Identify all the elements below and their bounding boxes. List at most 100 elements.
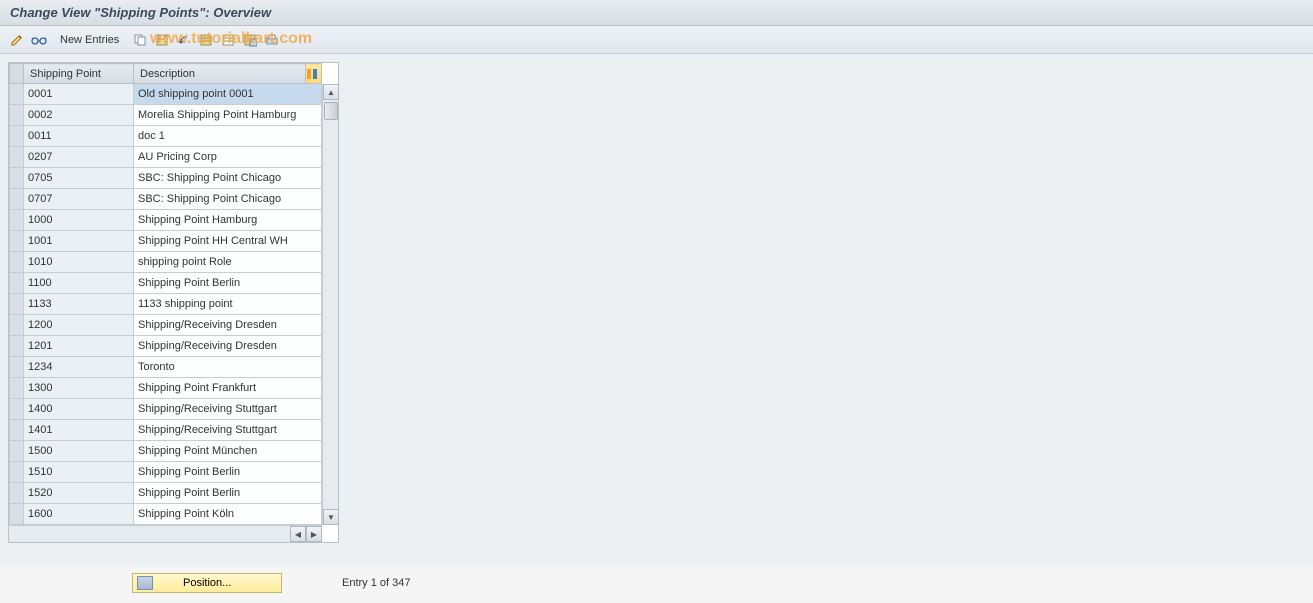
shipping-point-description[interactable]: Shipping/Receiving Stuttgart — [134, 399, 322, 420]
table-row[interactable]: 0207AU Pricing Corp — [10, 147, 322, 168]
table-settings-icon[interactable] — [241, 31, 259, 49]
shipping-point-description[interactable]: Toronto — [134, 357, 322, 378]
shipping-point-description[interactable]: Shipping Point München — [134, 441, 322, 462]
shipping-point-code[interactable]: 0011 — [24, 126, 134, 147]
shipping-point-code[interactable]: 1001 — [24, 231, 134, 252]
row-selector[interactable] — [10, 105, 24, 126]
shipping-point-code[interactable]: 1201 — [24, 336, 134, 357]
row-selector-header[interactable] — [10, 64, 24, 84]
shipping-point-description[interactable]: Shipping Point Frankfurt — [134, 378, 322, 399]
shipping-point-code[interactable]: 1400 — [24, 399, 134, 420]
row-selector[interactable] — [10, 189, 24, 210]
shipping-point-description[interactable]: Morelia Shipping Point Hamburg — [134, 105, 322, 126]
shipping-point-description[interactable]: Old shipping point 0001 — [134, 84, 322, 105]
table-row[interactable]: 1010shipping point Role — [10, 252, 322, 273]
row-selector[interactable] — [10, 147, 24, 168]
shipping-point-code[interactable]: 1300 — [24, 378, 134, 399]
vertical-scrollbar[interactable]: ▲ ▼ — [322, 84, 338, 525]
new-entries-button[interactable]: New Entries — [52, 30, 127, 50]
table-row[interactable]: 1400Shipping/Receiving Stuttgart — [10, 399, 322, 420]
shipping-point-description[interactable]: Shipping Point Berlin — [134, 483, 322, 504]
table-row[interactable]: 1201Shipping/Receiving Dresden — [10, 336, 322, 357]
shipping-point-description[interactable]: doc 1 — [134, 126, 322, 147]
shipping-point-code[interactable]: 1100 — [24, 273, 134, 294]
row-selector[interactable] — [10, 126, 24, 147]
scroll-left-icon[interactable]: ◀ — [290, 526, 306, 542]
table-row[interactable]: 11331133 shipping point — [10, 294, 322, 315]
shipping-point-description[interactable]: Shipping Point Hamburg — [134, 210, 322, 231]
shipping-point-code[interactable]: 1200 — [24, 315, 134, 336]
horizontal-scrollbar[interactable]: ◀ ▶ — [9, 525, 322, 542]
table-row[interactable]: 1200Shipping/Receiving Dresden — [10, 315, 322, 336]
table-row[interactable]: 1600Shipping Point Köln — [10, 504, 322, 525]
shipping-point-code[interactable]: 1133 — [24, 294, 134, 315]
position-button[interactable]: Position... — [132, 573, 282, 593]
table-row[interactable]: 0002Morelia Shipping Point Hamburg — [10, 105, 322, 126]
shipping-point-code[interactable]: 0705 — [24, 168, 134, 189]
shipping-point-code[interactable]: 1500 — [24, 441, 134, 462]
shipping-point-code[interactable]: 0207 — [24, 147, 134, 168]
save-icon[interactable] — [153, 31, 171, 49]
table-row[interactable]: 0705SBC: Shipping Point Chicago — [10, 168, 322, 189]
table-row[interactable]: 1001Shipping Point HH Central WH — [10, 231, 322, 252]
table-row[interactable]: 1100Shipping Point Berlin — [10, 273, 322, 294]
row-selector[interactable] — [10, 273, 24, 294]
scroll-down-icon[interactable]: ▼ — [323, 509, 339, 525]
scroll-right-icon[interactable]: ▶ — [306, 526, 322, 542]
row-selector[interactable] — [10, 294, 24, 315]
shipping-point-description[interactable]: Shipping Point HH Central WH — [134, 231, 322, 252]
change-icon[interactable] — [8, 31, 26, 49]
row-selector[interactable] — [10, 315, 24, 336]
shipping-point-code[interactable]: 1510 — [24, 462, 134, 483]
table-row[interactable]: 1401Shipping/Receiving Stuttgart — [10, 420, 322, 441]
print-icon[interactable] — [263, 31, 281, 49]
shipping-point-description[interactable]: Shipping Point Köln — [134, 504, 322, 525]
shipping-point-description[interactable]: shipping point Role — [134, 252, 322, 273]
shipping-point-description[interactable]: SBC: Shipping Point Chicago — [134, 168, 322, 189]
row-selector[interactable] — [10, 378, 24, 399]
col-description[interactable]: Description — [134, 64, 306, 84]
scroll-thumb[interactable] — [324, 102, 338, 120]
table-row[interactable]: 1520Shipping Point Berlin — [10, 483, 322, 504]
row-selector[interactable] — [10, 210, 24, 231]
shipping-point-code[interactable]: 1000 — [24, 210, 134, 231]
row-selector[interactable] — [10, 399, 24, 420]
shipping-point-description[interactable]: Shipping/Receiving Dresden — [134, 315, 322, 336]
glasses-icon[interactable] — [30, 31, 48, 49]
shipping-point-code[interactable]: 0002 — [24, 105, 134, 126]
row-selector[interactable] — [10, 420, 24, 441]
shipping-point-code[interactable]: 1600 — [24, 504, 134, 525]
table-row[interactable]: 1500Shipping Point München — [10, 441, 322, 462]
table-row[interactable]: 1510Shipping Point Berlin — [10, 462, 322, 483]
shipping-point-code[interactable]: 1234 — [24, 357, 134, 378]
row-selector[interactable] — [10, 483, 24, 504]
deselect-all-icon[interactable] — [219, 31, 237, 49]
scroll-up-icon[interactable]: ▲ — [323, 84, 339, 100]
table-config-icon[interactable] — [306, 64, 322, 84]
table-row[interactable]: 1300Shipping Point Frankfurt — [10, 378, 322, 399]
select-all-icon[interactable] — [197, 31, 215, 49]
table-row[interactable]: 0001Old shipping point 0001 — [10, 84, 322, 105]
copy-icon[interactable] — [131, 31, 149, 49]
table-row[interactable]: 0011doc 1 — [10, 126, 322, 147]
shipping-point-description[interactable]: Shipping/Receiving Dresden — [134, 336, 322, 357]
shipping-point-description[interactable]: 1133 shipping point — [134, 294, 322, 315]
shipping-point-description[interactable]: AU Pricing Corp — [134, 147, 322, 168]
row-selector[interactable] — [10, 231, 24, 252]
shipping-point-code[interactable]: 1010 — [24, 252, 134, 273]
shipping-point-description[interactable]: SBC: Shipping Point Chicago — [134, 189, 322, 210]
table-row[interactable]: 1000Shipping Point Hamburg — [10, 210, 322, 231]
row-selector[interactable] — [10, 252, 24, 273]
row-selector[interactable] — [10, 336, 24, 357]
shipping-point-code[interactable]: 0707 — [24, 189, 134, 210]
shipping-point-description[interactable]: Shipping Point Berlin — [134, 462, 322, 483]
row-selector[interactable] — [10, 168, 24, 189]
shipping-point-code[interactable]: 1401 — [24, 420, 134, 441]
row-selector[interactable] — [10, 462, 24, 483]
row-selector[interactable] — [10, 84, 24, 105]
shipping-point-description[interactable]: Shipping Point Berlin — [134, 273, 322, 294]
row-selector[interactable] — [10, 357, 24, 378]
shipping-point-description[interactable]: Shipping/Receiving Stuttgart — [134, 420, 322, 441]
col-shipping-point[interactable]: Shipping Point — [24, 64, 134, 84]
table-row[interactable]: 0707SBC: Shipping Point Chicago — [10, 189, 322, 210]
